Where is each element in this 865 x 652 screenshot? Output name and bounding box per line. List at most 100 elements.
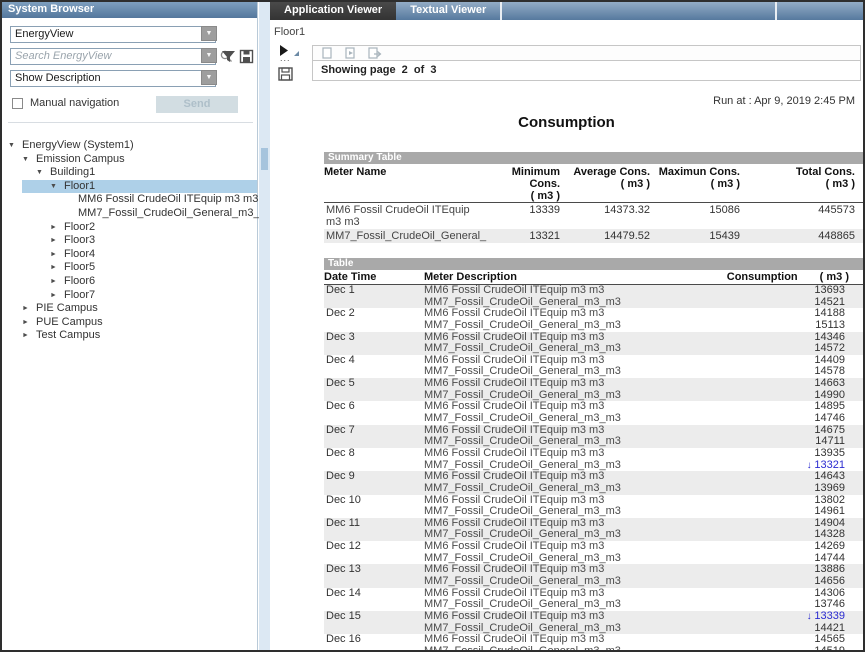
expanded-triangle-icon[interactable]: ▼ <box>22 153 36 167</box>
tree-item-label: Emission Campus <box>36 153 125 165</box>
table-meter-description: MM7_Fossil_CrudeOil_General_m3_m3 <box>424 413 643 425</box>
table-date-group-dec-8: Dec 8MM6 Fossil CrudeOil ITEquip m3 m313… <box>324 448 863 471</box>
table-line: MM7_Fossil_CrudeOil_General_m3_m314656 <box>324 576 863 588</box>
table-line: Dec 15MM6 Fossil CrudeOil ITEquip m3 m3↓… <box>324 611 863 623</box>
table-meter-description: MM6 Fossil CrudeOil ITEquip m3 m3 <box>424 611 643 623</box>
export-page-icon[interactable] <box>367 47 382 59</box>
tree-item-floor5[interactable]: ►Floor5 <box>2 261 257 275</box>
collapsed-triangle-icon[interactable]: ► <box>50 289 64 303</box>
system-browser-title: System Browser <box>2 2 257 18</box>
tree-item-floor7[interactable]: ►Floor7 <box>2 289 257 303</box>
tree-item-building1[interactable]: ▼Building1 <box>2 166 257 180</box>
description-mode-arrow-icon[interactable]: ▼ <box>201 70 217 85</box>
collapsed-triangle-icon[interactable]: ► <box>50 248 64 262</box>
tree-item-label: Floor5 <box>64 261 95 273</box>
collapsed-triangle-icon[interactable]: ► <box>22 316 36 330</box>
tree-item-floor2[interactable]: ►Floor2 <box>2 221 257 235</box>
tree-item-pue-campus[interactable]: ►PUE Campus <box>2 316 257 330</box>
tree-item-emission-campus[interactable]: ▼Emission Campus <box>2 153 257 167</box>
summary-col-maximum: Maximun Cons.( m3 ) <box>650 166 740 202</box>
save-view-icon[interactable] <box>239 49 255 66</box>
summary-col-total: Total Cons.( m3 ) <box>740 166 863 202</box>
tree-item-mm6-fossil-crudeoil-itequip-m3-m3[interactable]: MM6 Fossil CrudeOil ITEquip m3 m3 <box>2 193 257 207</box>
tree-item-test-campus[interactable]: ►Test Campus <box>2 329 257 343</box>
tree-item-pie-campus[interactable]: ►PIE Campus <box>2 302 257 316</box>
tree-item-label: Test Campus <box>36 329 100 341</box>
collapsed-triangle-icon[interactable]: ► <box>50 234 64 248</box>
table-date-label: Dec 2 <box>324 308 424 320</box>
next-page-icon[interactable] <box>344 47 357 59</box>
floor-subtab[interactable]: Floor1 <box>274 26 305 38</box>
table-meter-description: MM7_Fossil_CrudeOil_General_m3_m3 <box>424 576 643 588</box>
summary-min-value: 13321 <box>484 230 560 242</box>
table-date-label: Dec 15 <box>324 611 424 623</box>
report-toolbar <box>312 45 861 61</box>
table-date-label: Dec 5 <box>324 378 424 390</box>
table-date-label <box>324 320 424 332</box>
tab-application-viewer[interactable]: Application Viewer <box>270 2 396 20</box>
tree-item-label: PUE Campus <box>36 316 103 328</box>
first-page-icon[interactable] <box>321 47 334 59</box>
collapsed-triangle-icon[interactable]: ► <box>50 261 64 275</box>
filter-funnel-icon[interactable] <box>221 49 237 66</box>
tree-item-floor4[interactable]: ►Floor4 <box>2 248 257 262</box>
table-consumption-value: 14746 <box>643 413 863 425</box>
table-meter-description: MM7_Fossil_CrudeOil_General_m3_m3 <box>424 483 643 495</box>
search-dropdown-arrow-icon[interactable]: ▼ <box>201 48 217 63</box>
table-line: Dec 12MM6 Fossil CrudeOil ITEquip m3 m31… <box>324 541 863 553</box>
collapsed-triangle-icon[interactable]: ► <box>22 302 36 316</box>
detail-col-date-time: Date Time <box>324 271 424 283</box>
table-consumption-value: ↓ 13339 <box>643 611 863 623</box>
table-date-group-dec-7: Dec 7MM6 Fossil CrudeOil ITEquip m3 m314… <box>324 425 863 448</box>
expanded-triangle-icon[interactable]: ▼ <box>36 166 50 180</box>
search-input[interactable]: Search EnergyView <box>10 48 216 65</box>
table-line: MM7_Fossil_CrudeOil_General_m3_m314519 <box>324 646 863 650</box>
table-line: MM7_Fossil_CrudeOil_General_m3_m315113 <box>324 320 863 332</box>
table-date-label: Dec 4 <box>324 355 424 367</box>
table-consumption-value: 14269 <box>643 541 863 553</box>
run-report-icon[interactable]: ... <box>278 44 304 62</box>
expanded-triangle-icon[interactable]: ▼ <box>50 180 64 194</box>
panel-splitter[interactable] <box>259 2 270 650</box>
table-date-group-dec-5: Dec 5MM6 Fossil CrudeOil ITEquip m3 m314… <box>324 378 863 401</box>
summary-total-value: 448865 <box>740 230 863 242</box>
table-date-group-dec-11: Dec 11MM6 Fossil CrudeOil ITEquip m3 m31… <box>324 518 863 541</box>
summary-col-minimum: Minimum Cons.( m3 ) <box>484 166 560 202</box>
tree-item-floor3[interactable]: ►Floor3 <box>2 234 257 248</box>
tree-item-mm7-fossil-crudeoil-general-m3-m3[interactable]: MM7_Fossil_CrudeOil_General_m3_m3 <box>2 207 257 221</box>
tree-item-energyview-system1[interactable]: ▼EnergyView (System1) <box>2 139 257 153</box>
min-consumption-value: 13339 <box>814 610 845 622</box>
tab-bar-filler <box>502 2 863 20</box>
table-line: Dec 1MM6 Fossil CrudeOil ITEquip m3 m313… <box>324 285 863 297</box>
summary-min-value: 13339 <box>484 204 560 228</box>
table-date-label: Dec 11 <box>324 518 424 530</box>
detail-col-meter-description: Meter Description <box>424 271 643 283</box>
summary-table-body: MM6 Fossil CrudeOil ITEquip m3 m31333914… <box>324 203 863 243</box>
view-selector-dropdown[interactable]: EnergyView <box>10 26 216 43</box>
table-date-group-dec-1: Dec 1MM6 Fossil CrudeOil ITEquip m3 m313… <box>324 285 863 308</box>
table-meter-description: MM6 Fossil CrudeOil ITEquip m3 m3 <box>424 541 643 553</box>
tree-item-label: EnergyView (System1) <box>22 139 134 151</box>
table-meter-description: MM7_Fossil_CrudeOil_General_m3_m3 <box>424 320 643 332</box>
expanded-triangle-icon[interactable]: ▼ <box>8 139 22 153</box>
collapsed-triangle-icon[interactable]: ► <box>50 275 64 289</box>
table-date-group-dec-14: Dec 14MM6 Fossil CrudeOil ITEquip m3 m31… <box>324 588 863 611</box>
view-selector-arrow-icon[interactable]: ▼ <box>201 26 217 41</box>
tab-textual-viewer[interactable]: Textual Viewer <box>396 2 500 20</box>
table-date-group-dec-2: Dec 2MM6 Fossil CrudeOil ITEquip m3 m314… <box>324 308 863 331</box>
collapsed-triangle-icon[interactable]: ► <box>50 221 64 235</box>
run-timestamp: Run at : Apr 9, 2019 2:45 PM <box>270 95 863 107</box>
table-date-label: Dec 13 <box>324 564 424 576</box>
collapsed-triangle-icon[interactable]: ► <box>22 329 36 343</box>
tree-item-floor1[interactable]: ▼Floor1 <box>2 180 257 194</box>
tree-item-label: Floor4 <box>64 248 95 260</box>
tree-item-floor6[interactable]: ►Floor6 <box>2 275 257 289</box>
summary-col-average: Average Cons.( m3 ) <box>560 166 650 202</box>
table-date-group-dec-6: Dec 6MM6 Fossil CrudeOil ITEquip m3 m314… <box>324 401 863 424</box>
tree-item-label: Building1 <box>50 166 95 178</box>
splitter-handle[interactable] <box>261 148 268 170</box>
manual-navigation-checkbox[interactable] <box>12 98 23 109</box>
table-line: MM7_Fossil_CrudeOil_General_m3_m313969 <box>324 483 863 495</box>
send-button[interactable]: Send <box>156 96 238 113</box>
description-mode-dropdown[interactable]: Show Description <box>10 70 216 87</box>
